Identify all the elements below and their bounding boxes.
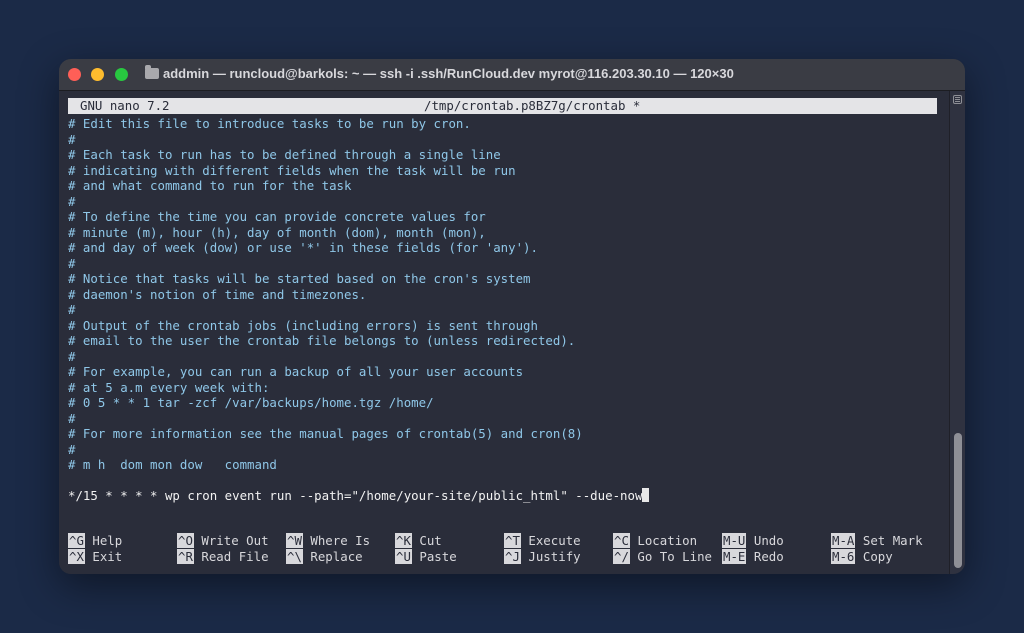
shortcut-key: ^U [395, 549, 412, 564]
scroll-menu-icon[interactable] [953, 95, 962, 104]
editor-line[interactable]: # [68, 132, 75, 148]
editor-line[interactable]: # [68, 194, 75, 210]
shortcut-key: M-A [831, 533, 856, 548]
editor-line[interactable]: # For example, you can run a backup of a… [68, 364, 523, 380]
shortcut-write-out[interactable]: ^O Write Out [177, 533, 269, 549]
shortcut-where-is[interactable]: ^W Where Is [286, 533, 370, 549]
shortcut-key: M-6 [831, 549, 856, 564]
shortcut-exit[interactable]: ^X Exit [68, 549, 122, 565]
editor-line[interactable]: # indicating with different fields when … [68, 163, 516, 179]
vertical-scrollbar[interactable] [949, 91, 965, 574]
shortcut-execute[interactable]: ^T Execute [504, 533, 581, 549]
shortcut-key: ^C [613, 533, 630, 548]
file-path: /tmp/crontab.p8BZ7g/crontab * [424, 98, 641, 113]
shortcut-label: Execute [528, 533, 581, 548]
terminal-window: addmin — runcloud@barkols: ~ — ssh -i .s… [59, 59, 965, 574]
zoom-window-button[interactable] [115, 68, 128, 81]
shortcut-label: Read File [201, 549, 269, 564]
shortcut-label: Write Out [201, 533, 269, 548]
shortcut-key: ^\ [286, 549, 303, 564]
editor-line[interactable]: # email to the user the crontab file bel… [68, 333, 575, 349]
editor-line[interactable]: # Output of the crontab jobs (including … [68, 318, 538, 334]
shortcut-key: M-U [722, 533, 747, 548]
shortcut-key: ^T [504, 533, 521, 548]
shortcut-label: Cut [419, 533, 442, 548]
shortcut-undo[interactable]: M-U Undo [722, 533, 784, 549]
cron-command-line[interactable]: */15 * * * * wp cron event run --path="/… [68, 488, 650, 504]
shortcut-justify[interactable]: ^J Justify [504, 549, 581, 565]
editor-line[interactable]: # [68, 302, 75, 318]
editor-line[interactable]: # Each task to run has to be defined thr… [68, 147, 501, 163]
editor-line[interactable]: # For more information see the manual pa… [68, 426, 583, 442]
cron-command-text[interactable]: */15 * * * * wp cron event run --path="/… [68, 488, 642, 503]
close-window-button[interactable] [68, 68, 81, 81]
shortcut-redo[interactable]: M-E Redo [722, 549, 784, 565]
title-bar[interactable]: addmin — runcloud@barkols: ~ — ssh -i .s… [59, 59, 965, 91]
editor-line[interactable]: # 0 5 * * 1 tar -zcf /var/backups/home.t… [68, 395, 434, 411]
shortcut-label: Undo [753, 533, 784, 548]
editor-line[interactable]: # [68, 411, 75, 427]
editor-line[interactable]: # [68, 442, 75, 458]
shortcut-key: ^K [395, 533, 412, 548]
shortcut-location[interactable]: ^C Location [613, 533, 697, 549]
shortcut-copy[interactable]: M-6 Copy [831, 549, 893, 565]
shortcut-key: ^J [504, 549, 521, 564]
shortcut-set-mark[interactable]: M-A Set Mark [831, 533, 923, 549]
shortcut-label: Set Mark [862, 533, 923, 548]
editor-line[interactable]: # Edit this file to introduce tasks to b… [68, 116, 471, 132]
shortcut-key: ^G [68, 533, 85, 548]
nano-version: GNU nano 7.2 [80, 98, 170, 113]
shortcut-help[interactable]: ^G Help [68, 533, 122, 549]
minimize-window-button[interactable] [91, 68, 104, 81]
shortcut-key: ^W [286, 533, 303, 548]
text-cursor [642, 488, 650, 502]
shortcut-label: Copy [862, 549, 893, 564]
shortcut-label: Redo [753, 549, 784, 564]
shortcut-label: Location [637, 533, 698, 548]
shortcut-label: Go To Line [637, 549, 712, 564]
shortcut-read-file[interactable]: ^R Read File [177, 549, 269, 565]
nano-header-bar: GNU nano 7.2 /tmp/crontab.p8BZ7g/crontab… [68, 98, 937, 114]
shortcut-key: ^/ [613, 549, 630, 564]
editor-line[interactable]: # daemon's notion of time and timezones. [68, 287, 366, 303]
editor-line[interactable]: # Notice that tasks will be started base… [68, 271, 531, 287]
scrollbar-thumb[interactable] [954, 433, 962, 568]
shortcut-label: Paste [419, 549, 457, 564]
terminal-content[interactable]: GNU nano 7.2 /tmp/crontab.p8BZ7g/crontab… [59, 91, 949, 574]
shortcut-go-to-line[interactable]: ^/ Go To Line [613, 549, 712, 565]
shortcut-cut[interactable]: ^K Cut [395, 533, 442, 549]
shortcut-label: Help [92, 533, 123, 548]
shortcut-paste[interactable]: ^U Paste [395, 549, 457, 565]
shortcut-key: M-E [722, 549, 747, 564]
shortcut-label: Replace [310, 549, 363, 564]
folder-icon [145, 65, 159, 79]
editor-line[interactable]: # [68, 256, 75, 272]
shortcut-label: Where Is [310, 533, 371, 548]
shortcut-label: Exit [92, 549, 123, 564]
editor-line[interactable]: # [68, 349, 75, 365]
shortcut-label: Justify [528, 549, 581, 564]
shortcut-replace[interactable]: ^\ Replace [286, 549, 363, 565]
editor-line[interactable]: # at 5 a.m every week with: [68, 380, 269, 396]
editor-line[interactable]: # and day of week (dow) or use '*' in th… [68, 240, 538, 256]
editor-line[interactable]: # and what command to run for the task [68, 178, 351, 194]
window-title: addmin — runcloud@barkols: ~ — ssh -i .s… [163, 66, 734, 81]
shortcut-key: ^O [177, 533, 194, 548]
shortcut-key: ^X [68, 549, 85, 564]
editor-line[interactable]: # To define the time you can provide con… [68, 209, 486, 225]
shortcut-key: ^R [177, 549, 194, 564]
editor-line[interactable]: # m h dom mon dow command [68, 457, 277, 473]
editor-line[interactable]: # minute (m), hour (h), day of month (do… [68, 225, 486, 241]
